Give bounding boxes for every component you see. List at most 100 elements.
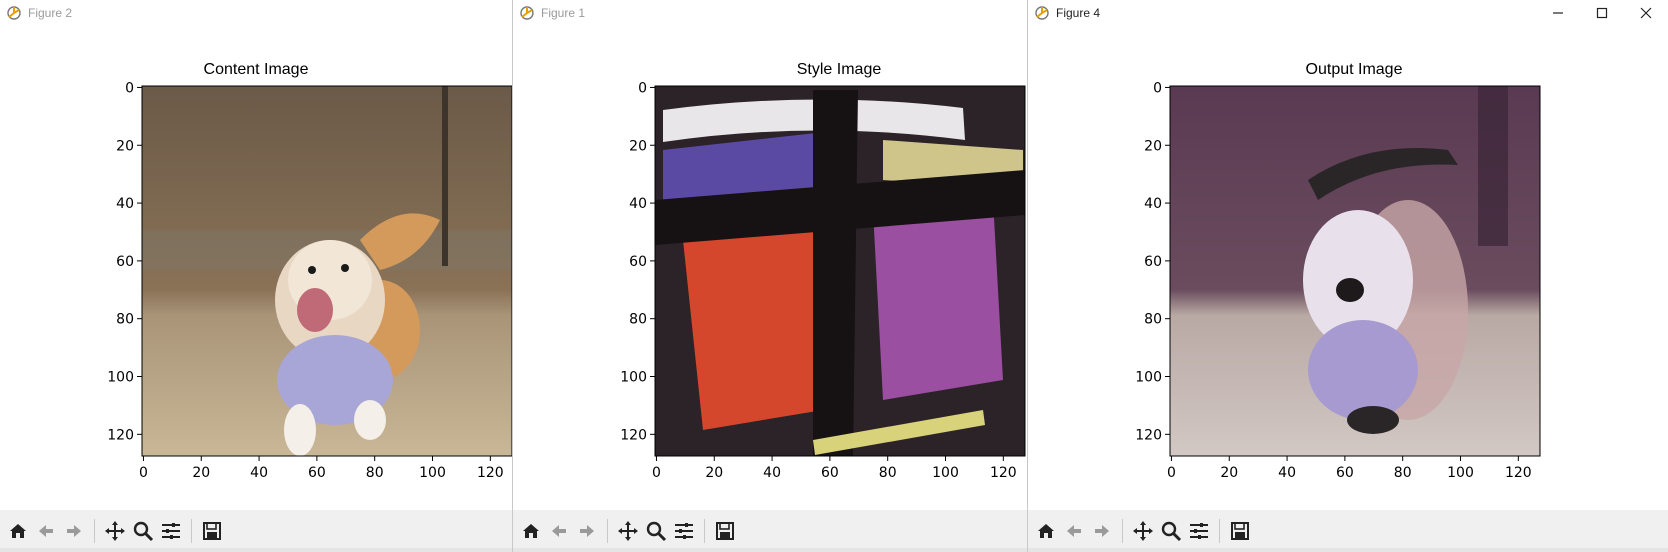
x-tick-label: 100 bbox=[1447, 465, 1474, 481]
x-tick-label: 120 bbox=[1505, 465, 1532, 481]
matplotlib-app-icon bbox=[520, 5, 534, 20]
x-tick-label: 0 bbox=[139, 465, 148, 481]
save-figure-icon[interactable] bbox=[198, 517, 226, 545]
style-image bbox=[655, 86, 1025, 456]
axes-content[interactable]: 0 20 40 60 80 100 120 0 20 40 60 80 100 120 bbox=[0, 80, 512, 481]
toolbar-separator bbox=[94, 519, 95, 543]
y-tick-label: 20 bbox=[1144, 138, 1162, 154]
close-icon[interactable] bbox=[1624, 0, 1668, 25]
axes-content[interactable]: 0 20 40 60 80 100 120 0 20 40 60 80 100 120 bbox=[513, 80, 1027, 481]
zoom-magnifier-icon[interactable] bbox=[642, 517, 670, 545]
navigation-toolbar bbox=[513, 510, 1027, 552]
bottom-strip bbox=[0, 548, 512, 552]
window-title: Figure 1 bbox=[541, 5, 586, 20]
configure-subplots-icon[interactable] bbox=[1185, 517, 1213, 545]
window-title: Figure 4 bbox=[1056, 5, 1101, 20]
x-axis: 0 20 40 60 80 100 120 bbox=[139, 456, 504, 481]
navigation-toolbar bbox=[1028, 510, 1668, 552]
x-tick-label: 20 bbox=[705, 465, 723, 481]
x-tick-label: 40 bbox=[250, 465, 268, 481]
y-tick-label: 120 bbox=[1135, 427, 1162, 443]
content-image bbox=[142, 86, 512, 456]
x-tick-label: 0 bbox=[652, 465, 661, 481]
back-arrow-icon[interactable] bbox=[1060, 517, 1088, 545]
bottom-strip bbox=[1028, 548, 1668, 552]
y-tick-label: 120 bbox=[107, 427, 134, 443]
minimize-icon[interactable] bbox=[1536, 0, 1580, 25]
matplotlib-app-icon bbox=[7, 5, 21, 20]
y-tick-label: 40 bbox=[629, 196, 647, 212]
y-tick-label: 100 bbox=[620, 370, 647, 386]
save-figure-icon[interactable] bbox=[711, 517, 739, 545]
navigation-toolbar bbox=[0, 510, 512, 552]
back-arrow-icon[interactable] bbox=[545, 517, 573, 545]
x-tick-label: 100 bbox=[419, 465, 446, 481]
x-tick-label: 20 bbox=[192, 465, 210, 481]
x-tick-label: 100 bbox=[932, 465, 959, 481]
y-tick-label: 60 bbox=[116, 254, 134, 270]
save-figure-icon[interactable] bbox=[1226, 517, 1254, 545]
y-axis: 0 20 40 60 80 100 120 bbox=[620, 80, 655, 443]
y-tick-label: 60 bbox=[629, 254, 647, 270]
y-tick-label: 0 bbox=[1153, 80, 1162, 96]
y-tick-label: 20 bbox=[116, 138, 134, 154]
x-tick-label: 40 bbox=[763, 465, 781, 481]
titlebar[interactable]: Figure 2 bbox=[0, 0, 512, 25]
x-tick-label: 60 bbox=[308, 465, 326, 481]
pan-move-icon[interactable] bbox=[614, 517, 642, 545]
maximize-icon[interactable] bbox=[1580, 0, 1624, 25]
window-title: Figure 2 bbox=[28, 5, 73, 20]
plot-title: Style Image bbox=[796, 61, 882, 78]
titlebar[interactable]: Figure 1 bbox=[513, 0, 1027, 25]
zoom-magnifier-icon[interactable] bbox=[129, 517, 157, 545]
y-tick-label: 20 bbox=[629, 138, 647, 154]
x-tick-label: 20 bbox=[1220, 465, 1238, 481]
toolbar-separator bbox=[1122, 519, 1123, 543]
home-icon[interactable] bbox=[1032, 517, 1060, 545]
x-axis: 0 20 40 60 80 100 120 bbox=[652, 456, 1017, 481]
figure-window-1: Figure 1 Style Image 0 20 40 60 80 100 120 0 20… bbox=[513, 0, 1028, 552]
y-tick-label: 100 bbox=[1135, 370, 1162, 386]
zoom-magnifier-icon[interactable] bbox=[1157, 517, 1185, 545]
x-tick-label: 120 bbox=[477, 465, 504, 481]
forward-arrow-icon[interactable] bbox=[1088, 517, 1116, 545]
x-tick-label: 80 bbox=[879, 465, 897, 481]
forward-arrow-icon[interactable] bbox=[60, 517, 88, 545]
home-icon[interactable] bbox=[4, 517, 32, 545]
pan-move-icon[interactable] bbox=[1129, 517, 1157, 545]
x-tick-label: 120 bbox=[990, 465, 1017, 481]
y-tick-label: 80 bbox=[629, 312, 647, 328]
figure-window-4: Figure 4 Output Image 0 20 40 60 80 100 … bbox=[1028, 0, 1668, 552]
x-tick-label: 40 bbox=[1278, 465, 1296, 481]
y-tick-label: 120 bbox=[620, 427, 647, 443]
home-icon[interactable] bbox=[517, 517, 545, 545]
y-tick-label: 60 bbox=[1144, 254, 1162, 270]
y-tick-label: 0 bbox=[125, 80, 134, 96]
window-controls bbox=[1536, 0, 1668, 25]
plot-title: Output Image bbox=[1305, 61, 1403, 78]
y-tick-label: 40 bbox=[116, 196, 134, 212]
configure-subplots-icon[interactable] bbox=[670, 517, 698, 545]
x-tick-label: 0 bbox=[1167, 465, 1176, 481]
axes-content[interactable]: 0 20 40 60 80 100 120 0 20 40 60 80 100 120 bbox=[1028, 80, 1668, 481]
y-tick-label: 100 bbox=[107, 370, 134, 386]
x-tick-label: 80 bbox=[366, 465, 384, 481]
titlebar[interactable]: Figure 4 bbox=[1028, 0, 1668, 25]
x-axis: 0 20 40 60 80 100 120 bbox=[1167, 456, 1532, 481]
toolbar-separator bbox=[704, 519, 705, 543]
configure-subplots-icon[interactable] bbox=[157, 517, 185, 545]
x-tick-label: 60 bbox=[1336, 465, 1354, 481]
y-axis: 0 20 40 60 80 100 120 bbox=[107, 80, 142, 443]
toolbar-separator bbox=[1219, 519, 1220, 543]
forward-arrow-icon[interactable] bbox=[573, 517, 601, 545]
y-tick-label: 80 bbox=[1144, 312, 1162, 328]
y-tick-label: 80 bbox=[116, 312, 134, 328]
bottom-strip bbox=[513, 548, 1027, 552]
y-tick-label: 0 bbox=[638, 80, 647, 96]
output-image bbox=[1170, 86, 1540, 456]
x-tick-label: 80 bbox=[1394, 465, 1412, 481]
back-arrow-icon[interactable] bbox=[32, 517, 60, 545]
matplotlib-app-icon bbox=[1035, 5, 1049, 20]
pan-move-icon[interactable] bbox=[101, 517, 129, 545]
plot-title: Content Image bbox=[203, 61, 309, 78]
